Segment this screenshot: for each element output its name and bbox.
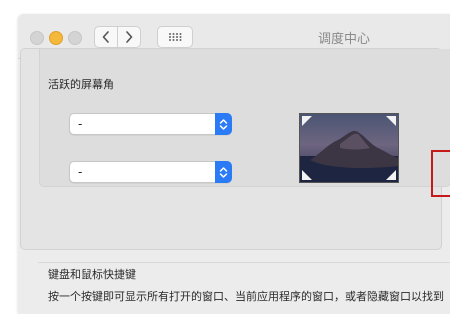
close-button[interactable]: [30, 31, 44, 45]
up-down-chevron-icon: [215, 113, 232, 135]
back-button[interactable]: [94, 26, 118, 48]
up-down-chevron-icon: [215, 161, 232, 183]
section-divider: [38, 262, 450, 263]
forward-button[interactable]: [117, 26, 141, 48]
select-value: -: [78, 117, 83, 131]
bottom-left-corner-select[interactable]: -: [69, 161, 232, 183]
window-title: 调度中心: [318, 32, 371, 47]
chevron-right-icon: [126, 31, 133, 43]
hot-corners-title: 活跃的屏幕角: [48, 78, 114, 91]
chevron-left-icon: [102, 31, 109, 43]
desktop-preview-image: [299, 113, 399, 183]
zoom-button[interactable]: [68, 31, 82, 45]
select-value: -: [78, 165, 83, 179]
keyboard-shortcuts-description: 按一个按键即可显示所有打开的窗口、当前应用程序的窗口，或者隐藏窗口以找到: [48, 290, 444, 303]
highlight-annotation-box: [431, 150, 450, 197]
minimize-button[interactable]: [49, 31, 63, 45]
keyboard-shortcuts-title: 键盘和鼠标快捷键: [48, 268, 136, 281]
show-all-button[interactable]: [157, 26, 193, 48]
grid-icon: [169, 33, 182, 41]
top-left-corner-select[interactable]: -: [69, 113, 232, 135]
